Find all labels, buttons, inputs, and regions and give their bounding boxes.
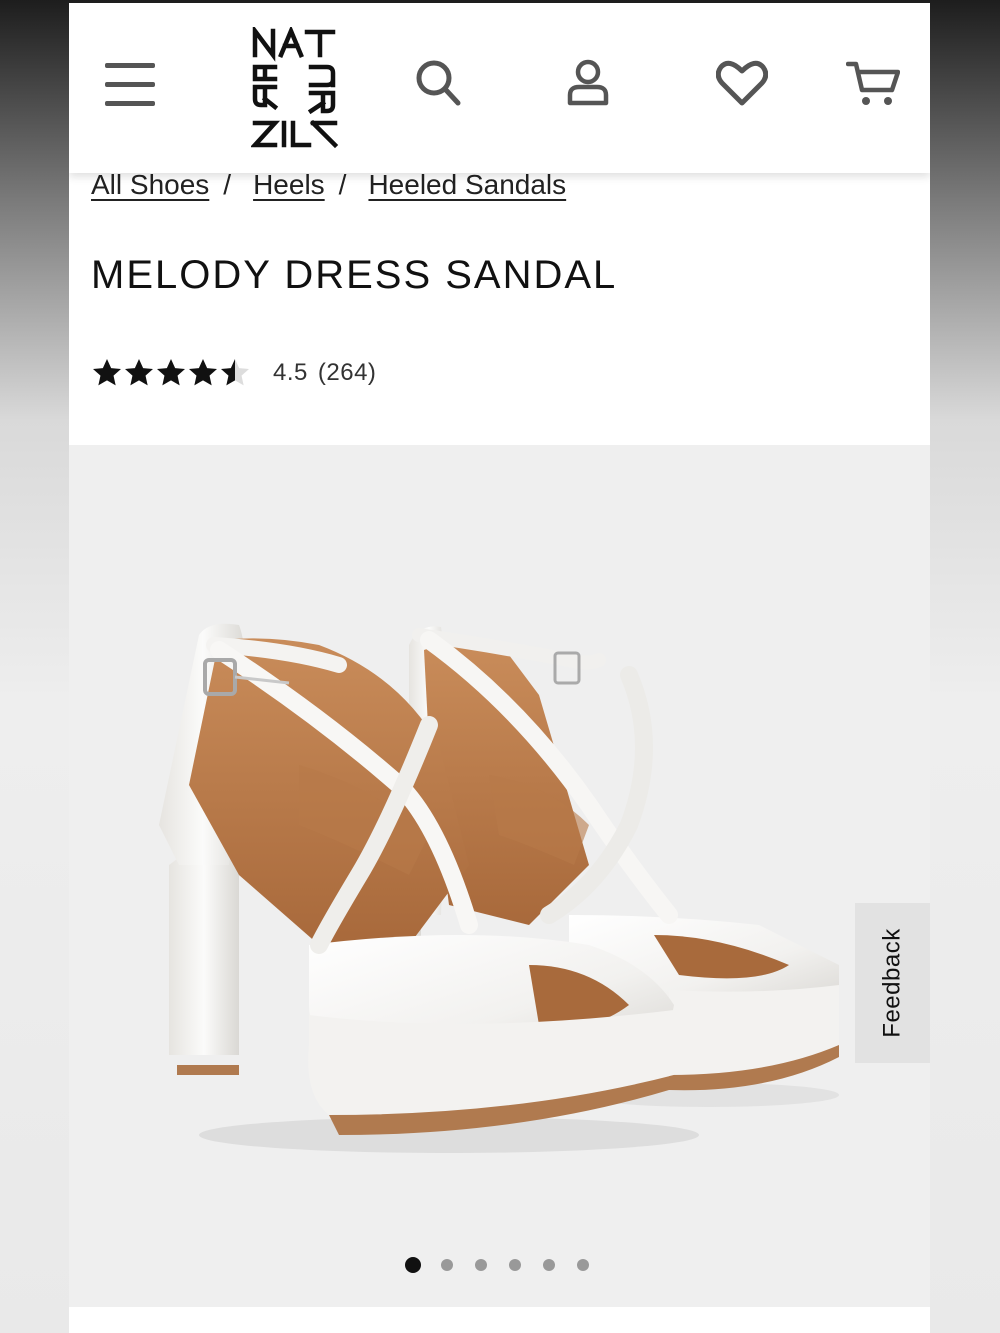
gallery-dot[interactable] — [577, 1259, 589, 1271]
star-full-icon — [189, 359, 217, 386]
heart-icon[interactable] — [716, 59, 768, 107]
gallery-pagination — [405, 1257, 611, 1273]
review-count[interactable]: (264) — [318, 359, 377, 386]
breadcrumb-separator: / — [223, 169, 232, 200]
product-image-sandal[interactable] — [69, 445, 930, 1307]
star-rating — [91, 357, 251, 389]
rating-value: 4.5 — [273, 359, 308, 386]
feedback-label: Feedback — [878, 928, 906, 1038]
hamburger-menu-icon[interactable] — [105, 63, 155, 107]
breadcrumb-separator: / — [338, 169, 347, 200]
star-half-icon — [221, 359, 249, 386]
breadcrumb-link-heeled-sandals[interactable]: Heeled Sandals — [368, 169, 566, 200]
product-title: MELODY DRESS SANDAL — [91, 253, 618, 297]
product-page: All Shoes / Heels / Heeled Sandals MELODY DR… — [69, 3, 930, 1333]
gallery-dot[interactable] — [441, 1259, 453, 1271]
naturalizer-logo[interactable] — [251, 27, 339, 151]
feedback-tab[interactable]: Feedback — [855, 903, 930, 1063]
cart-icon[interactable] — [846, 60, 900, 108]
star-full-icon — [157, 359, 185, 386]
user-icon[interactable] — [567, 59, 609, 107]
star-full-icon — [125, 359, 153, 386]
site-header — [69, 3, 930, 173]
product-rating[interactable]: 4.5 (264) — [91, 353, 386, 393]
breadcrumb-link-all-shoes[interactable]: All Shoes — [91, 169, 209, 200]
product-image-gallery[interactable]: Feedback — [69, 445, 930, 1307]
search-icon[interactable] — [415, 59, 463, 109]
gallery-dot[interactable] — [475, 1259, 487, 1271]
gallery-dot[interactable] — [509, 1259, 521, 1271]
breadcrumb-link-heels[interactable]: Heels — [253, 169, 325, 200]
gallery-dot[interactable] — [543, 1259, 555, 1271]
gallery-dot-active[interactable] — [405, 1257, 421, 1273]
rating-summary: 4.5 (264) — [273, 359, 386, 387]
breadcrumb: All Shoes / Heels / Heeled Sandals — [91, 169, 566, 201]
star-full-icon — [93, 359, 121, 386]
